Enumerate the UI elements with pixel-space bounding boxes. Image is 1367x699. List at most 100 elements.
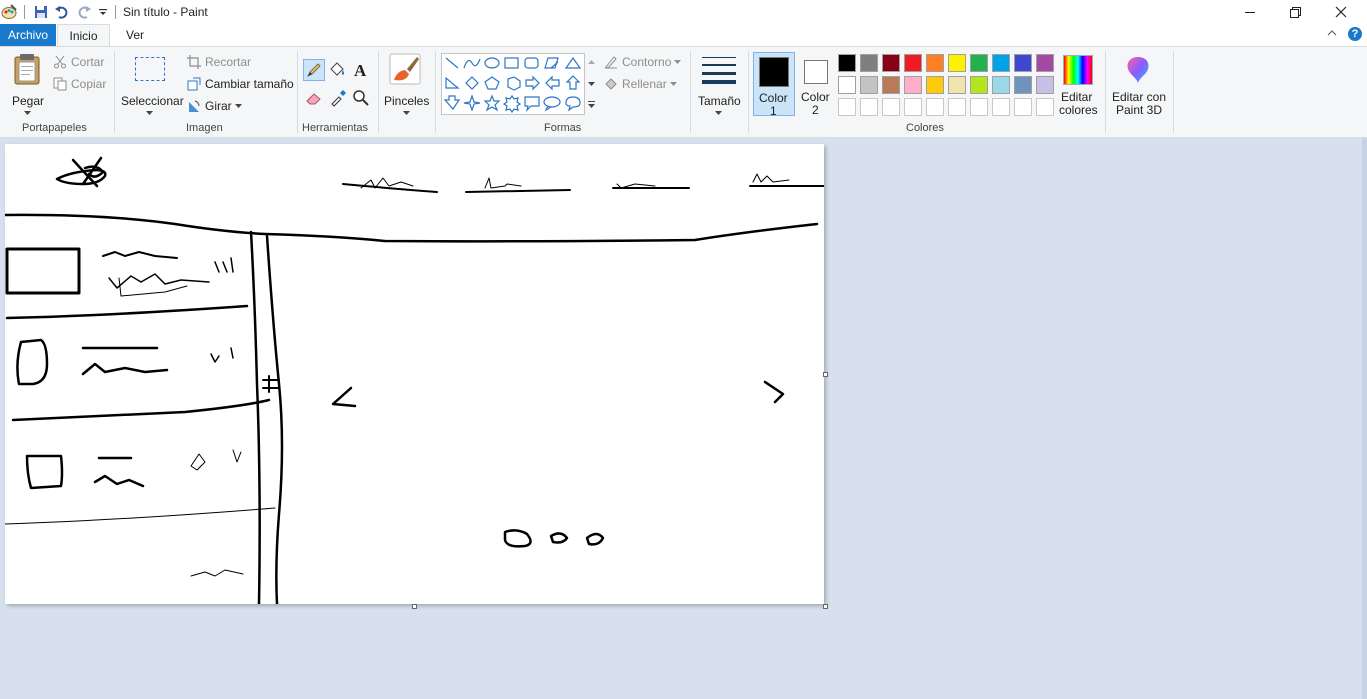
palette-swatch[interactable] (970, 98, 988, 116)
palette-swatch[interactable] (926, 98, 944, 116)
fill-tool-button[interactable] (328, 61, 348, 81)
help-icon[interactable]: ? (1348, 27, 1362, 41)
cut-button[interactable]: Cortar (53, 55, 104, 69)
paint-app-icon[interactable] (0, 3, 18, 21)
ribbon: Pegar Cortar Copiar Portapapeles Selecci… (0, 46, 1367, 138)
size-label: Tamaño (698, 94, 741, 108)
title-divider (24, 5, 25, 19)
window-title: Sin título - Paint (123, 5, 208, 19)
tab-inicio[interactable]: Inicio (57, 24, 110, 46)
pencil-tool-button[interactable] (303, 59, 325, 81)
palette-swatch[interactable] (992, 54, 1010, 72)
palette-swatch[interactable] (1036, 54, 1054, 72)
chevron-down-icon (146, 111, 153, 115)
restore-button[interactable] (1272, 0, 1318, 24)
cut-label: Cortar (71, 55, 105, 69)
copy-button[interactable]: Copiar (53, 77, 106, 91)
palette-swatch[interactable] (948, 54, 966, 72)
rotate-button[interactable]: Girar (187, 99, 242, 113)
palette-swatch[interactable] (970, 54, 988, 72)
shapes-gallery-scrollbar[interactable] (584, 53, 598, 115)
copy-label: Copiar (71, 77, 107, 91)
color2-button[interactable]: Color 2 (797, 52, 835, 117)
customize-quick-access-icon[interactable] (96, 3, 110, 21)
palette-swatch[interactable] (882, 98, 900, 116)
canvas-resize-handle-right[interactable] (823, 372, 828, 377)
svg-text:A: A (354, 61, 367, 79)
group-divider (297, 51, 298, 133)
palette-swatch[interactable] (948, 76, 966, 94)
select-button[interactable]: Seleccionar (119, 51, 184, 115)
rotate-label: Girar (205, 99, 232, 113)
color1-button[interactable]: Color 1 (753, 52, 795, 118)
edit-colors-button[interactable]: Editar colores (1058, 52, 1100, 117)
close-button[interactable] (1318, 0, 1364, 24)
brushes-button[interactable]: Pinceles (383, 51, 429, 115)
crop-label: Recortar (205, 55, 252, 69)
collapse-ribbon-icon[interactable] (1326, 27, 1340, 41)
chevron-down-icon (234, 104, 242, 108)
resize-button[interactable]: Cambiar tamaño (187, 77, 294, 91)
outline-label: Contorno (622, 55, 672, 69)
palette-swatch[interactable] (838, 54, 856, 72)
vertical-scrollbar[interactable] (1362, 138, 1367, 699)
palette-swatch[interactable] (904, 98, 922, 116)
redo-icon[interactable] (75, 3, 93, 21)
size-button[interactable]: Tamaño (696, 51, 742, 115)
palette-swatch[interactable] (948, 98, 966, 116)
copy-icon (53, 77, 67, 91)
outline-icon (605, 56, 617, 69)
palette-swatch[interactable] (970, 76, 988, 94)
group-label-formas: Formas (544, 122, 582, 134)
palette-swatch[interactable] (860, 76, 878, 94)
group-divider (435, 51, 436, 133)
palette-swatch[interactable] (904, 54, 922, 72)
ribbon-tabs: Archivo Inicio Ver ? (0, 24, 1367, 46)
palette-swatch[interactable] (860, 98, 878, 116)
paste-button[interactable]: Pegar (6, 51, 48, 115)
fill-icon (605, 78, 617, 90)
tab-archivo[interactable]: Archivo (0, 24, 56, 46)
palette-swatch[interactable] (926, 54, 944, 72)
color2-label: Color (801, 90, 830, 104)
palette-swatch[interactable] (1014, 76, 1032, 94)
text-a-icon: A (354, 61, 367, 80)
save-icon[interactable] (32, 3, 50, 21)
palette-swatch[interactable] (882, 54, 900, 72)
undo-icon[interactable] (53, 3, 71, 21)
eraser-tool-button[interactable] (305, 89, 325, 109)
canvas-drawing (3, 156, 825, 606)
palette-swatch[interactable] (926, 76, 944, 94)
outline-button[interactable]: Contorno (604, 55, 682, 69)
palette-swatch[interactable] (904, 76, 922, 94)
palette-swatch[interactable] (1014, 98, 1032, 116)
palette-swatch[interactable] (992, 76, 1010, 94)
canvas-resize-handle-bottom[interactable] (412, 604, 417, 609)
palette-swatch[interactable] (1036, 98, 1054, 116)
crop-button[interactable]: Recortar (187, 55, 251, 69)
drawing-canvas[interactable] (3, 144, 825, 606)
palette-swatch[interactable] (838, 98, 856, 116)
palette-swatch[interactable] (882, 76, 900, 94)
paint3d-label-1: Editar con (1112, 90, 1167, 104)
color-picker-button[interactable] (329, 89, 349, 109)
palette-swatch[interactable] (838, 76, 856, 94)
group-label-herramientas: Herramientas (302, 122, 369, 134)
canvas-resize-handle-corner[interactable] (823, 604, 828, 609)
palette-swatch[interactable] (992, 98, 1010, 116)
pencil-icon (307, 63, 321, 77)
paint3d-label-2: Paint 3D (1116, 103, 1163, 117)
minimize-button[interactable] (1227, 0, 1273, 24)
text-tool-button[interactable]: A (352, 61, 372, 81)
resize-icon (187, 77, 201, 91)
palette-swatch[interactable] (860, 54, 878, 72)
palette-swatch[interactable] (1014, 54, 1032, 72)
tab-ver[interactable]: Ver (116, 24, 154, 46)
scroll-arrows-icon (588, 60, 595, 108)
magnifier-button[interactable] (352, 89, 372, 109)
palette-swatch[interactable] (1036, 76, 1054, 94)
group-label-imagen: Imagen (186, 122, 223, 134)
fill-shape-button[interactable]: Rellenar (604, 77, 677, 91)
paint-bucket-icon (330, 62, 344, 76)
edit-paint3d-button[interactable]: Editar con Paint 3D (1109, 52, 1169, 117)
